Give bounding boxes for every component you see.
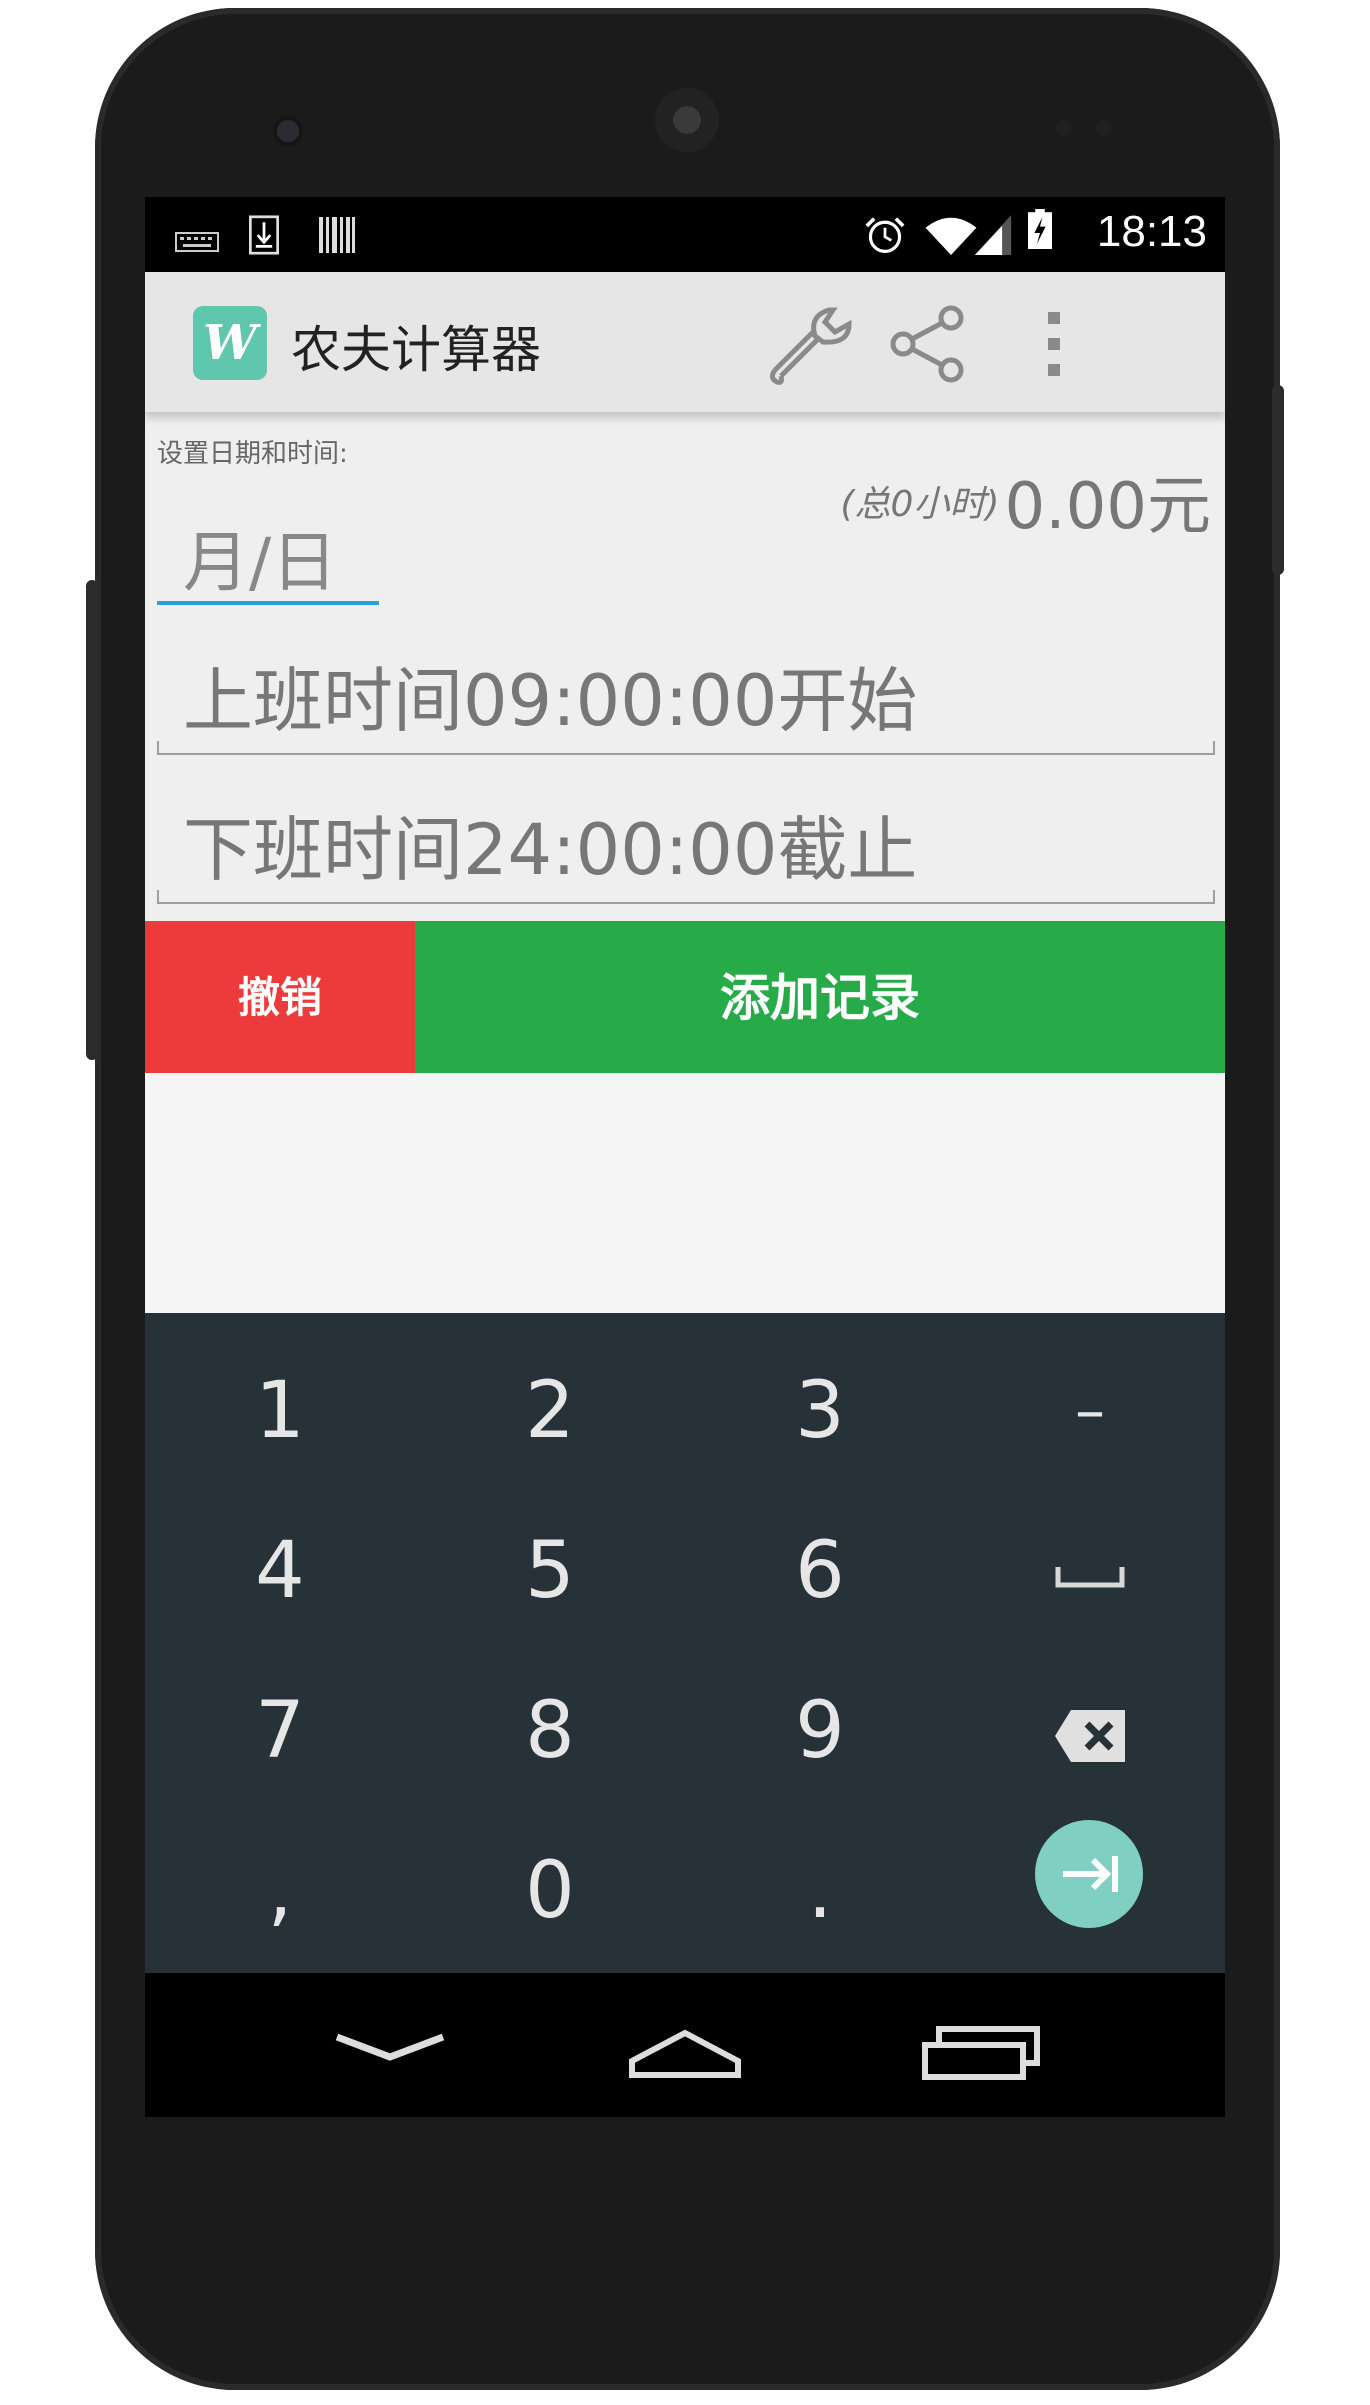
start-time-input[interactable]: 上班时间09:00:00开始 <box>157 645 1215 755</box>
next-key[interactable] <box>1035 1820 1143 1928</box>
alarm-icon <box>865 217 905 253</box>
barcode-icon <box>319 217 355 253</box>
key-5[interactable]: 5 <box>415 1491 685 1651</box>
key-backspace[interactable] <box>955 1651 1225 1811</box>
overflow-menu-icon[interactable] <box>1005 302 1105 386</box>
screen: 18:13 W 农夫计算器 设置日期和时间: (总0小时) 0.00元 月/日 … <box>145 197 1225 2117</box>
power-button <box>1272 385 1284 575</box>
total-hours: (总0小时) <box>840 484 1000 525</box>
action-bar: W 农夫计算器 <box>145 272 1225 412</box>
key-minus[interactable]: – <box>955 1331 1225 1491</box>
status-bar: 18:13 <box>145 197 1225 272</box>
keyboard-icon <box>175 232 219 252</box>
key-space[interactable] <box>955 1491 1225 1651</box>
back-icon[interactable] <box>315 2003 465 2093</box>
signal-icon <box>974 215 1012 255</box>
add-record-button[interactable]: 添加记录 <box>415 921 1225 1073</box>
date-input[interactable]: 月/日 <box>157 509 379 605</box>
status-time: 18:13 <box>1096 207 1207 256</box>
key-2[interactable]: 2 <box>415 1331 685 1491</box>
key-3[interactable]: 3 <box>685 1331 955 1491</box>
battery-charging-icon <box>1028 209 1052 249</box>
date-time-label: 设置日期和时间: <box>157 439 348 469</box>
backspace-icon <box>1055 1709 1125 1762</box>
front-camera <box>277 120 299 142</box>
space-icon <box>1055 1566 1125 1588</box>
app-title: 农夫计算器 <box>291 321 541 379</box>
end-time-input[interactable]: 下班时间24:00:00截止 <box>157 794 1215 904</box>
wifi-icon <box>925 217 977 255</box>
key-4[interactable]: 4 <box>145 1491 415 1651</box>
key-0[interactable]: 0 <box>415 1811 685 1971</box>
key-9[interactable]: 9 <box>685 1651 955 1811</box>
key-1[interactable]: 1 <box>145 1331 415 1491</box>
key-comma[interactable]: , <box>145 1811 415 1971</box>
total-money: 0.00元 <box>1004 470 1212 544</box>
recents-icon[interactable] <box>905 2003 1055 2093</box>
wrench-icon[interactable] <box>763 302 863 386</box>
next-icon <box>1063 1856 1118 1892</box>
proximity-sensor <box>1055 120 1071 136</box>
volume-button <box>86 580 98 1060</box>
key-8[interactable]: 8 <box>415 1651 685 1811</box>
share-icon[interactable] <box>879 302 979 386</box>
light-sensor <box>1095 120 1111 136</box>
home-icon[interactable] <box>610 2003 760 2093</box>
total-summary: (总0小时) 0.00元 <box>840 455 1211 547</box>
navigation-bar <box>145 1973 1225 2117</box>
key-7[interactable]: 7 <box>145 1651 415 1811</box>
undo-button[interactable]: 撤销 <box>145 921 415 1073</box>
app-icon[interactable]: W <box>193 306 267 380</box>
earpiece-speaker <box>655 88 719 152</box>
key-6[interactable]: 6 <box>685 1491 955 1651</box>
key-period[interactable]: . <box>685 1811 955 1971</box>
records-list <box>145 1073 1225 1313</box>
download-icon <box>249 215 279 255</box>
numeric-keyboard: 1 2 3 – 4 5 6 7 8 9 , 0 . <box>145 1313 1225 1973</box>
